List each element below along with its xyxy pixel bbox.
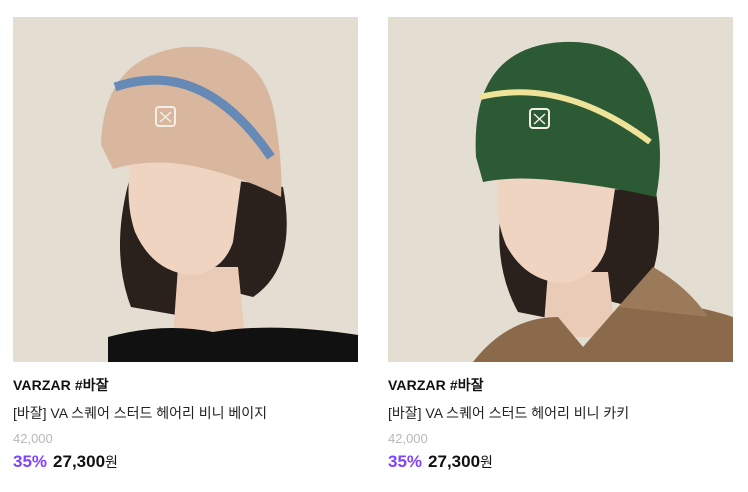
brand-name: VARZAR #바잘 bbox=[388, 377, 484, 393]
product-name[interactable]: [바잘] VA 스퀘어 스터드 헤어리 비니 카키 bbox=[388, 404, 733, 422]
brand-name: VARZAR #바잘 bbox=[13, 377, 109, 393]
discount-rate: 35% bbox=[13, 452, 48, 471]
currency-label: 원 bbox=[480, 454, 493, 470]
original-price: 42,000 bbox=[388, 431, 428, 446]
sale-price: 27,300 bbox=[428, 452, 481, 471]
discount-rate: 35% bbox=[388, 452, 423, 471]
sale-price: 27,300 bbox=[53, 452, 106, 471]
product-image[interactable] bbox=[388, 17, 733, 362]
product-card[interactable]: VARZAR #바잘 [바잘] VA 스퀘어 스터드 헤어리 비니 카키 42,… bbox=[388, 17, 733, 474]
currency-label: 원 bbox=[105, 454, 118, 470]
product-image[interactable] bbox=[13, 17, 358, 362]
price-line: 35% 27,300원 bbox=[388, 451, 733, 474]
price-line: 35% 27,300원 bbox=[13, 451, 358, 474]
original-price: 42,000 bbox=[13, 431, 53, 446]
product-name[interactable]: [바잘] VA 스퀘어 스터드 헤어리 비니 베이지 bbox=[13, 404, 358, 422]
product-card[interactable]: VARZAR #바잘 [바잘] VA 스퀘어 스터드 헤어리 비니 베이지 42… bbox=[13, 17, 358, 474]
